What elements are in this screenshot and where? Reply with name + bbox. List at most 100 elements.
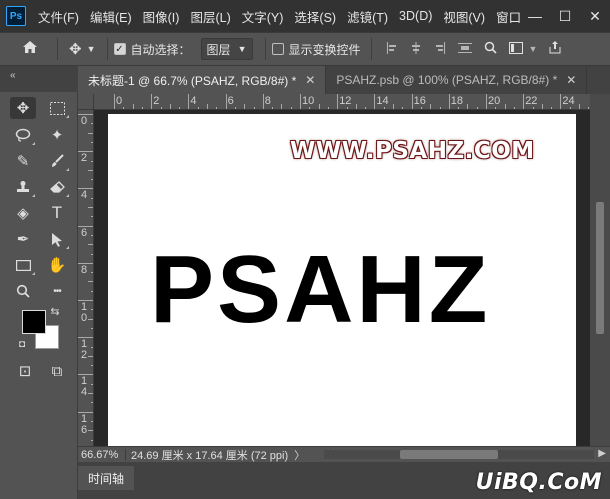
ruler-major-tick xyxy=(337,94,339,109)
move-tool-icon[interactable]: ✥ xyxy=(10,97,36,119)
eyedropper-tool-icon[interactable]: ✎ xyxy=(10,150,36,172)
tab-document-2[interactable]: PSAHZ.psb @ 100% (PSAHZ, RGB/8#) * ✕ xyxy=(326,66,588,94)
menu-select[interactable]: 选择(S) xyxy=(294,7,336,26)
vertical-scrollbar[interactable] xyxy=(590,94,610,446)
menu-bar: Ps 文件(F) 编辑(E) 图像(I) 图层(L) 文字(Y) 选择(S) 滤… xyxy=(0,0,610,32)
tab-document-1[interactable]: 未标题-1 @ 66.7% (PSAHZ, RGB/8#) * ✕ xyxy=(78,66,327,94)
ruler-label: 16 xyxy=(413,95,426,107)
workspace-icon[interactable] xyxy=(508,41,523,57)
show-transform-checkbox[interactable] xyxy=(271,43,284,55)
align-left-icon[interactable] xyxy=(386,41,398,57)
main-text-layer[interactable]: PSAHZ xyxy=(150,242,490,338)
vertical-ruler[interactable]: 0 2 4 6 8 1 0 1 2 1 4 1 6 xyxy=(78,110,94,446)
window-controls: — ☐ ✕ xyxy=(520,0,610,32)
swap-colors-icon[interactable]: ⇆ xyxy=(48,304,62,318)
search-icon[interactable] xyxy=(484,41,497,57)
ruler-major-tick xyxy=(188,94,190,109)
brush-tool-icon[interactable] xyxy=(44,150,70,172)
distribute-icon[interactable] xyxy=(457,42,472,57)
hand-tool-icon[interactable]: ✋ xyxy=(44,254,70,276)
tab-label: 未标题-1 @ 66.7% (PSAHZ, RGB/8#) * xyxy=(88,73,297,88)
quick-mask-icon[interactable]: ⊡ xyxy=(12,360,38,382)
document-info: 24.69 厘米 x 17.64 厘米 (72 ppi) xyxy=(131,449,289,462)
ruler-major-tick xyxy=(114,94,115,109)
status-menu-arrow[interactable]: 〉 xyxy=(294,447,305,463)
foreground-color-swatch[interactable] xyxy=(22,310,46,334)
vertical-scroll-thumb[interactable] xyxy=(596,202,604,334)
chevron-down-icon[interactable]: ▼ xyxy=(87,44,96,54)
auto-select-target-value: 图层 xyxy=(206,42,231,57)
ruler-label: 12 xyxy=(339,95,352,107)
zoom-tool-icon[interactable] xyxy=(10,280,36,302)
menu-window[interactable]: 窗口 xyxy=(496,7,521,26)
horizontal-scroll-thumb[interactable] xyxy=(400,450,498,459)
document-canvas[interactable]: WWW.PSAHZ.COM PSAHZ xyxy=(108,114,576,446)
auto-select-target-dropdown[interactable]: 图层 ▼ xyxy=(200,38,253,60)
chevron-down-icon[interactable]: ▼ xyxy=(529,44,538,54)
screen-mode-icon[interactable]: ⧉ xyxy=(44,360,70,382)
options-bar: ✥ ▼ ✓ 自动选择： 图层 ▼ 显示变换控件 ▼ xyxy=(0,32,610,66)
canvas-area[interactable]: WWW.PSAHZ.COM PSAHZ xyxy=(94,110,590,446)
close-icon[interactable]: ✕ xyxy=(566,73,576,87)
watermark-text-layer[interactable]: WWW.PSAHZ.COM xyxy=(290,138,535,164)
more-tools-icon[interactable]: ••• xyxy=(44,280,70,302)
maximize-button[interactable]: ☐ xyxy=(550,8,580,25)
separator xyxy=(57,38,58,60)
menu-layer[interactable]: 图层(L) xyxy=(190,7,230,26)
ruler-label: 1 0 xyxy=(81,301,88,324)
eraser-tool-icon[interactable] xyxy=(44,176,70,198)
type-tool-icon[interactable]: T xyxy=(44,202,70,224)
close-icon[interactable]: ✕ xyxy=(305,73,315,87)
timeline-tab[interactable]: 时间轴 xyxy=(78,466,135,490)
home-icon[interactable] xyxy=(22,40,38,58)
document-tabs: 未标题-1 @ 66.7% (PSAHZ, RGB/8#) * ✕ PSAHZ.… xyxy=(78,66,610,94)
lasso-tool-icon[interactable] xyxy=(10,124,36,146)
menu-edit[interactable]: 编辑(E) xyxy=(90,7,132,26)
stamp-tool-icon[interactable] xyxy=(10,176,36,198)
default-colors-icon[interactable]: ◘ xyxy=(16,338,28,350)
site-watermark: UiBQ.CoM xyxy=(475,470,602,495)
menu-view[interactable]: 视图(V) xyxy=(443,7,485,26)
collapse-icon[interactable]: « xyxy=(10,70,16,81)
photoshop-logo: Ps xyxy=(6,6,26,26)
path-selection-tool-icon[interactable] xyxy=(44,228,70,250)
share-icon[interactable] xyxy=(549,41,561,57)
tools-panel: ✥ ✦ ✎ ◈ T ✒ ✋ ••• ⇆ ◘ ⊡ ⧉ xyxy=(0,92,78,462)
align-center-icon[interactable] xyxy=(410,41,422,57)
ruler-corner[interactable] xyxy=(78,94,94,110)
separator xyxy=(370,38,372,60)
horizontal-ruler[interactable]: 0 2 4 6 8 10 12 14 16 18 20 22 24 xyxy=(94,94,590,110)
ruler-label: 0 xyxy=(81,115,88,127)
horizontal-scrollbar[interactable] xyxy=(324,450,594,459)
rectangle-tool-icon[interactable] xyxy=(10,254,36,276)
ruler-label: 2 xyxy=(153,95,160,107)
ruler-major-tick xyxy=(448,94,450,109)
menu-image[interactable]: 图像(I) xyxy=(143,7,180,26)
scroll-right-arrow-icon[interactable]: ▶ xyxy=(598,448,606,459)
menu-file[interactable]: 文件(F) xyxy=(38,7,79,26)
move-tool-preset-icon[interactable]: ✥ xyxy=(69,40,82,58)
menu-type[interactable]: 文字(Y) xyxy=(242,7,284,26)
ruler-label: 8 xyxy=(81,263,88,276)
close-button[interactable]: ✕ xyxy=(580,8,610,25)
menu-3d[interactable]: 3D(D) xyxy=(399,9,432,23)
pen-tool-icon[interactable]: ✒ xyxy=(10,228,36,250)
ruler-major-tick xyxy=(151,94,153,109)
align-right-icon[interactable] xyxy=(434,41,446,57)
show-transform-label: 显示变换控件 xyxy=(288,42,361,57)
ruler-label: 20 xyxy=(488,95,501,107)
magic-wand-tool-icon[interactable]: ✦ xyxy=(44,124,70,146)
ruler-label: 6 xyxy=(227,95,234,107)
paint-bucket-tool-icon[interactable]: ◈ xyxy=(10,202,36,224)
ruler-major-tick xyxy=(560,94,562,109)
ruler-major-tick xyxy=(486,94,487,109)
zoom-level[interactable]: 66.67% xyxy=(78,448,126,461)
ruler-major-tick xyxy=(411,94,413,109)
ruler-label: 8 xyxy=(264,95,271,107)
ruler-major-tick xyxy=(225,94,227,109)
panel-collapse-bar[interactable]: « xyxy=(0,66,78,92)
minimize-button[interactable]: — xyxy=(520,8,550,24)
auto-select-checkbox[interactable]: ✓ xyxy=(113,43,126,55)
marquee-tool-icon[interactable] xyxy=(44,97,70,119)
menu-filter[interactable]: 滤镜(T) xyxy=(347,7,388,26)
